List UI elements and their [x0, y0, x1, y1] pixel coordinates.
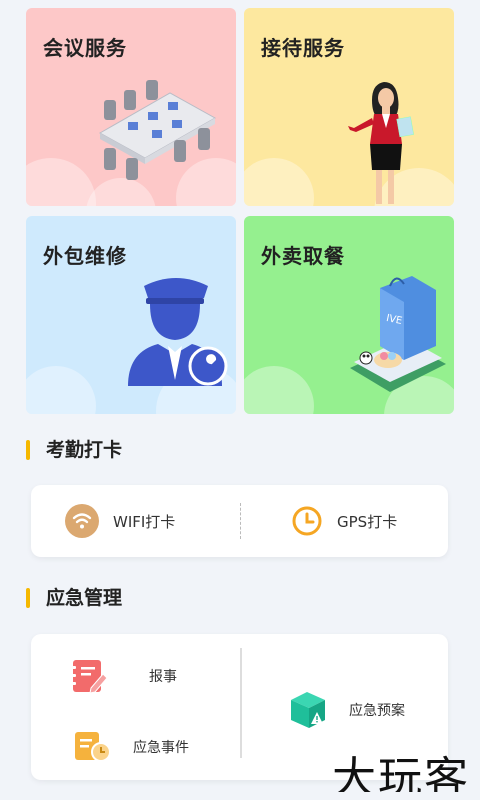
decor-bubble — [244, 158, 314, 206]
gps-checkin-label: GPS打卡 — [337, 512, 398, 531]
emergency-plan-label: 应急预案 — [349, 703, 405, 719]
gps-checkin-button[interactable]: GPS打卡 — [291, 485, 397, 557]
section-accent-bar — [26, 440, 30, 460]
emergency-divider — [240, 648, 242, 758]
takeout-service-title: 外卖取餐 — [261, 244, 345, 268]
report-label: 报事 — [149, 669, 177, 685]
bottom-tabbar-edge — [0, 792, 480, 800]
reception-service-title: 接待服务 — [261, 36, 345, 60]
document-clock-icon — [75, 732, 111, 762]
section-accent-bar — [26, 588, 30, 608]
decor-bubble — [26, 158, 96, 206]
attendance-section-title: 考勤打卡 — [26, 438, 122, 462]
takeout-service-tile[interactable]: 外卖取餐 IVE — [244, 216, 454, 414]
box-warning-icon — [291, 692, 325, 728]
emergency-section-title: 应急管理 — [26, 586, 122, 610]
wifi-checkin-label: WIFI打卡 — [113, 512, 176, 531]
repair-service-tile[interactable]: 外包维修 — [26, 216, 236, 414]
repair-service-title: 外包维修 — [43, 244, 127, 268]
receptionist-illustration — [348, 82, 414, 204]
notebook-pen-icon — [71, 660, 108, 694]
decor-bubble — [244, 366, 314, 414]
emergency-plan-button[interactable]: 应急预案 — [287, 690, 405, 730]
clock-icon — [292, 506, 322, 536]
meeting-service-tile[interactable]: 会议服务 — [26, 8, 236, 206]
report-button[interactable]: 报事 — [69, 656, 177, 696]
reception-service-tile[interactable]: 接待服务 — [244, 8, 454, 206]
attendance-divider — [240, 503, 241, 539]
decor-bubble — [26, 366, 96, 414]
meeting-service-title: 会议服务 — [43, 36, 127, 60]
wifi-icon — [65, 504, 99, 538]
attendance-title-text: 考勤打卡 — [46, 439, 123, 461]
wifi-checkin-button[interactable]: WIFI打卡 — [65, 485, 175, 557]
emergency-event-label: 应急事件 — [133, 740, 189, 756]
emergency-event-button[interactable]: 应急事件 — [73, 730, 189, 764]
repair-worker-illustration — [128, 278, 228, 386]
meeting-room-illustration — [98, 80, 217, 180]
attendance-card: WIFI打卡 GPS打卡 — [31, 485, 448, 557]
takeout-bag-illustration: IVE — [350, 276, 446, 392]
emergency-title-text: 应急管理 — [46, 587, 123, 609]
